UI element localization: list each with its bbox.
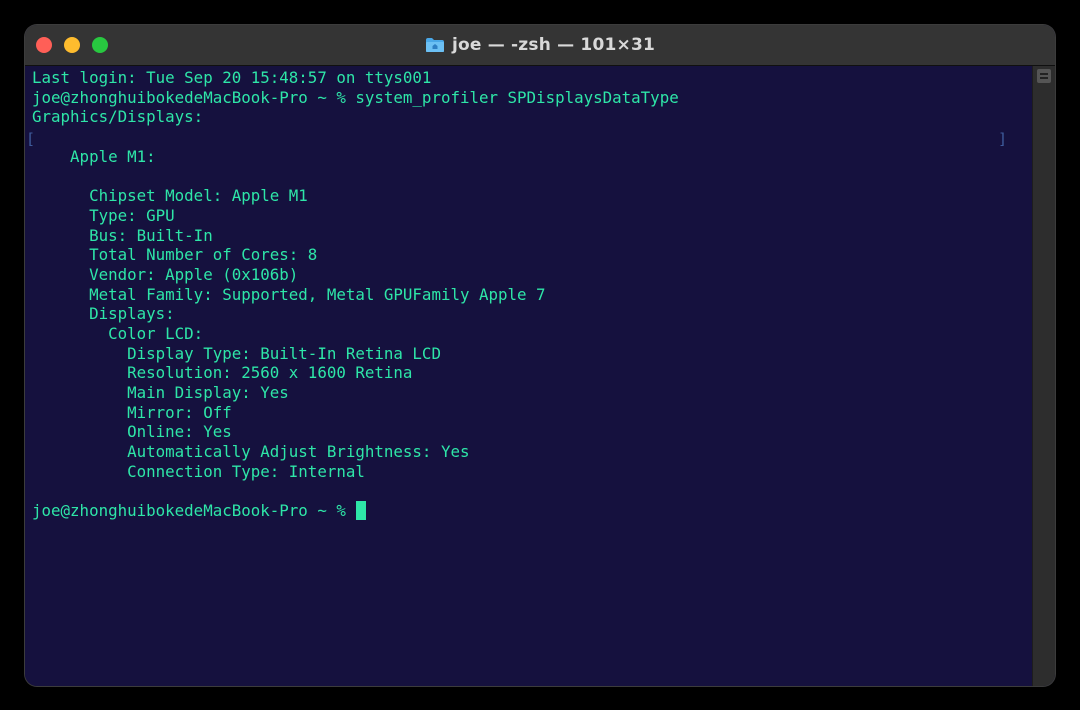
terminal-prompt: joe@zhonghuibokedeMacBook-Pro ~ %	[32, 501, 356, 521]
terminal-window: joe — -zsh — 101×31 [ ] Last login: Tue …	[25, 25, 1055, 686]
terminal-line: Connection Type: Internal	[32, 461, 365, 481]
terminal-line: Graphics/Displays:	[32, 107, 204, 127]
terminal-line: Total Number of Cores: 8	[32, 245, 318, 265]
terminal-line: Resolution: 2560 x 1600 Retina	[32, 363, 413, 383]
terminal-line: Display Type: Built-In Retina LCD	[32, 343, 441, 363]
scrollbar[interactable]	[1032, 66, 1055, 686]
terminal-line: joe@zhonghuibokedeMacBook-Pro ~ % system…	[32, 87, 679, 107]
terminal-line: Online: Yes	[32, 422, 232, 442]
mark-bracket-right: ]	[997, 130, 1007, 148]
terminal-line: Bus: Built-In	[32, 225, 213, 245]
terminal-output[interactable]: [ ] Last login: Tue Sep 20 15:48:57 on t…	[25, 66, 1033, 686]
terminal-line: Vendor: Apple (0x106b)	[32, 264, 299, 284]
split-pane-icon[interactable]	[1037, 69, 1051, 83]
terminal-line: Displays:	[32, 304, 175, 324]
terminal-line: Main Display: Yes	[32, 383, 289, 402]
terminal-line: Last login: Tue Sep 20 15:48:57 on ttys0…	[32, 68, 432, 87]
folder-icon	[425, 37, 445, 53]
title-bar[interactable]: joe — -zsh — 101×31	[25, 25, 1055, 66]
terminal-lines: Last login: Tue Sep 20 15:48:57 on ttys0…	[32, 68, 679, 521]
text-cursor	[356, 501, 367, 521]
terminal-line: Chipset Model: Apple M1	[32, 186, 308, 206]
window-title: joe — -zsh — 101×31	[451, 35, 656, 55]
terminal-line: Apple M1:	[32, 146, 156, 166]
window-title-area: joe — -zsh — 101×31	[25, 25, 1055, 65]
terminal-line: Type: GPU	[32, 205, 175, 225]
terminal-prompt-line[interactable]: joe@zhonghuibokedeMacBook-Pro ~ %	[32, 501, 679, 521]
terminal-line: Metal Family: Supported, Metal GPUFamily…	[32, 284, 546, 304]
terminal-line: Automatically Adjust Brightness: Yes	[32, 442, 470, 462]
terminal-line: Color LCD:	[32, 323, 204, 343]
terminal-line: Mirror: Off	[32, 402, 232, 422]
